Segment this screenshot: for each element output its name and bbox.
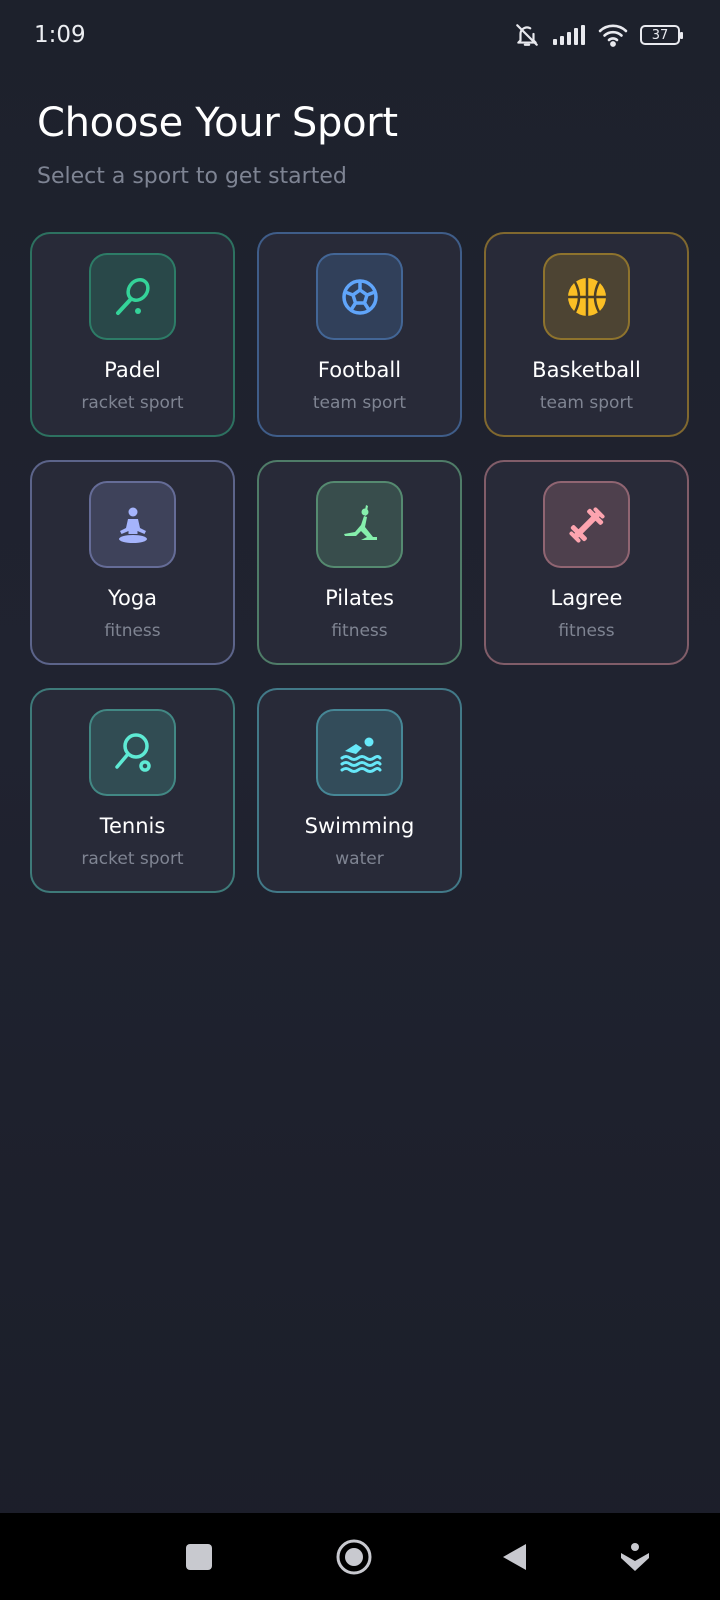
battery-indicator: 37 (640, 25, 683, 45)
accessibility-icon (621, 1543, 649, 1571)
sport-name: Pilates (325, 586, 394, 610)
sport-category: fitness (558, 621, 615, 641)
page-subtitle: Select a sport to get started (37, 164, 347, 189)
sport-name: Swimming (304, 814, 415, 838)
back-button[interactable] (496, 1539, 532, 1575)
sport-card-tennis[interactable]: Tennis racket sport (30, 688, 235, 893)
sport-name: Football (317, 358, 402, 382)
sport-name: Basketball (532, 358, 641, 382)
padel-racket-icon (115, 277, 150, 315)
sport-icon-box (543, 481, 630, 568)
system-nav-bar (0, 1513, 720, 1600)
sport-name: Padel (104, 358, 161, 382)
sport-category: racket sport (81, 393, 184, 413)
meditation-icon (118, 507, 147, 543)
gymnast-icon (343, 504, 377, 540)
basketball-icon (567, 277, 606, 316)
soccer-ball-icon (341, 278, 378, 315)
sport-card-basketball[interactable]: Basketball team sport (484, 232, 689, 437)
sport-category: fitness (104, 621, 161, 641)
dumbbell-icon (568, 506, 605, 543)
tennis-racket-icon (114, 732, 151, 772)
sport-category: fitness (331, 621, 388, 641)
sport-card-pilates[interactable]: Pilates fitness (257, 460, 462, 665)
accessibility-button[interactable] (617, 1539, 653, 1575)
status-time: 1:09 (34, 22, 86, 48)
sport-name: Yoga (107, 586, 158, 610)
bell-off-icon (516, 24, 538, 46)
sport-category: water (335, 849, 384, 869)
sport-category: team sport (539, 393, 634, 413)
status-bar: 1:09 37 (0, 0, 720, 72)
recents-button[interactable] (181, 1539, 217, 1575)
sport-card-yoga[interactable]: Yoga fitness (30, 460, 235, 665)
status-icons: 37 (514, 22, 683, 48)
sport-card-padel[interactable]: Padel racket sport (30, 232, 235, 437)
sport-card-lagree[interactable]: Lagree fitness (484, 460, 689, 665)
sport-grid: Padel racket sport Football team sport B… (30, 232, 689, 893)
home-button[interactable] (336, 1539, 372, 1575)
square-icon (186, 1544, 212, 1570)
home-circle-icon (336, 1539, 372, 1575)
sport-category: team sport (312, 393, 407, 413)
signal-icon (553, 25, 585, 45)
battery-level: 37 (651, 27, 669, 43)
wifi-icon (598, 24, 628, 47)
sport-icon-box (543, 253, 630, 340)
sport-icon-box (89, 709, 176, 796)
back-triangle-icon (503, 1544, 526, 1570)
sport-icon-box (316, 709, 403, 796)
sport-icon-box (89, 253, 176, 340)
sport-icon-box (89, 481, 176, 568)
sport-card-swimming[interactable]: Swimming water (257, 688, 462, 893)
sport-name: Lagree (550, 586, 623, 610)
sport-icon-box (316, 253, 403, 340)
sport-card-football[interactable]: Football team sport (257, 232, 462, 437)
sport-icon-box (316, 481, 403, 568)
page-title: Choose Your Sport (37, 100, 398, 146)
swimmer-icon (340, 737, 381, 773)
sport-name: Tennis (99, 814, 166, 838)
sport-category: racket sport (81, 849, 184, 869)
